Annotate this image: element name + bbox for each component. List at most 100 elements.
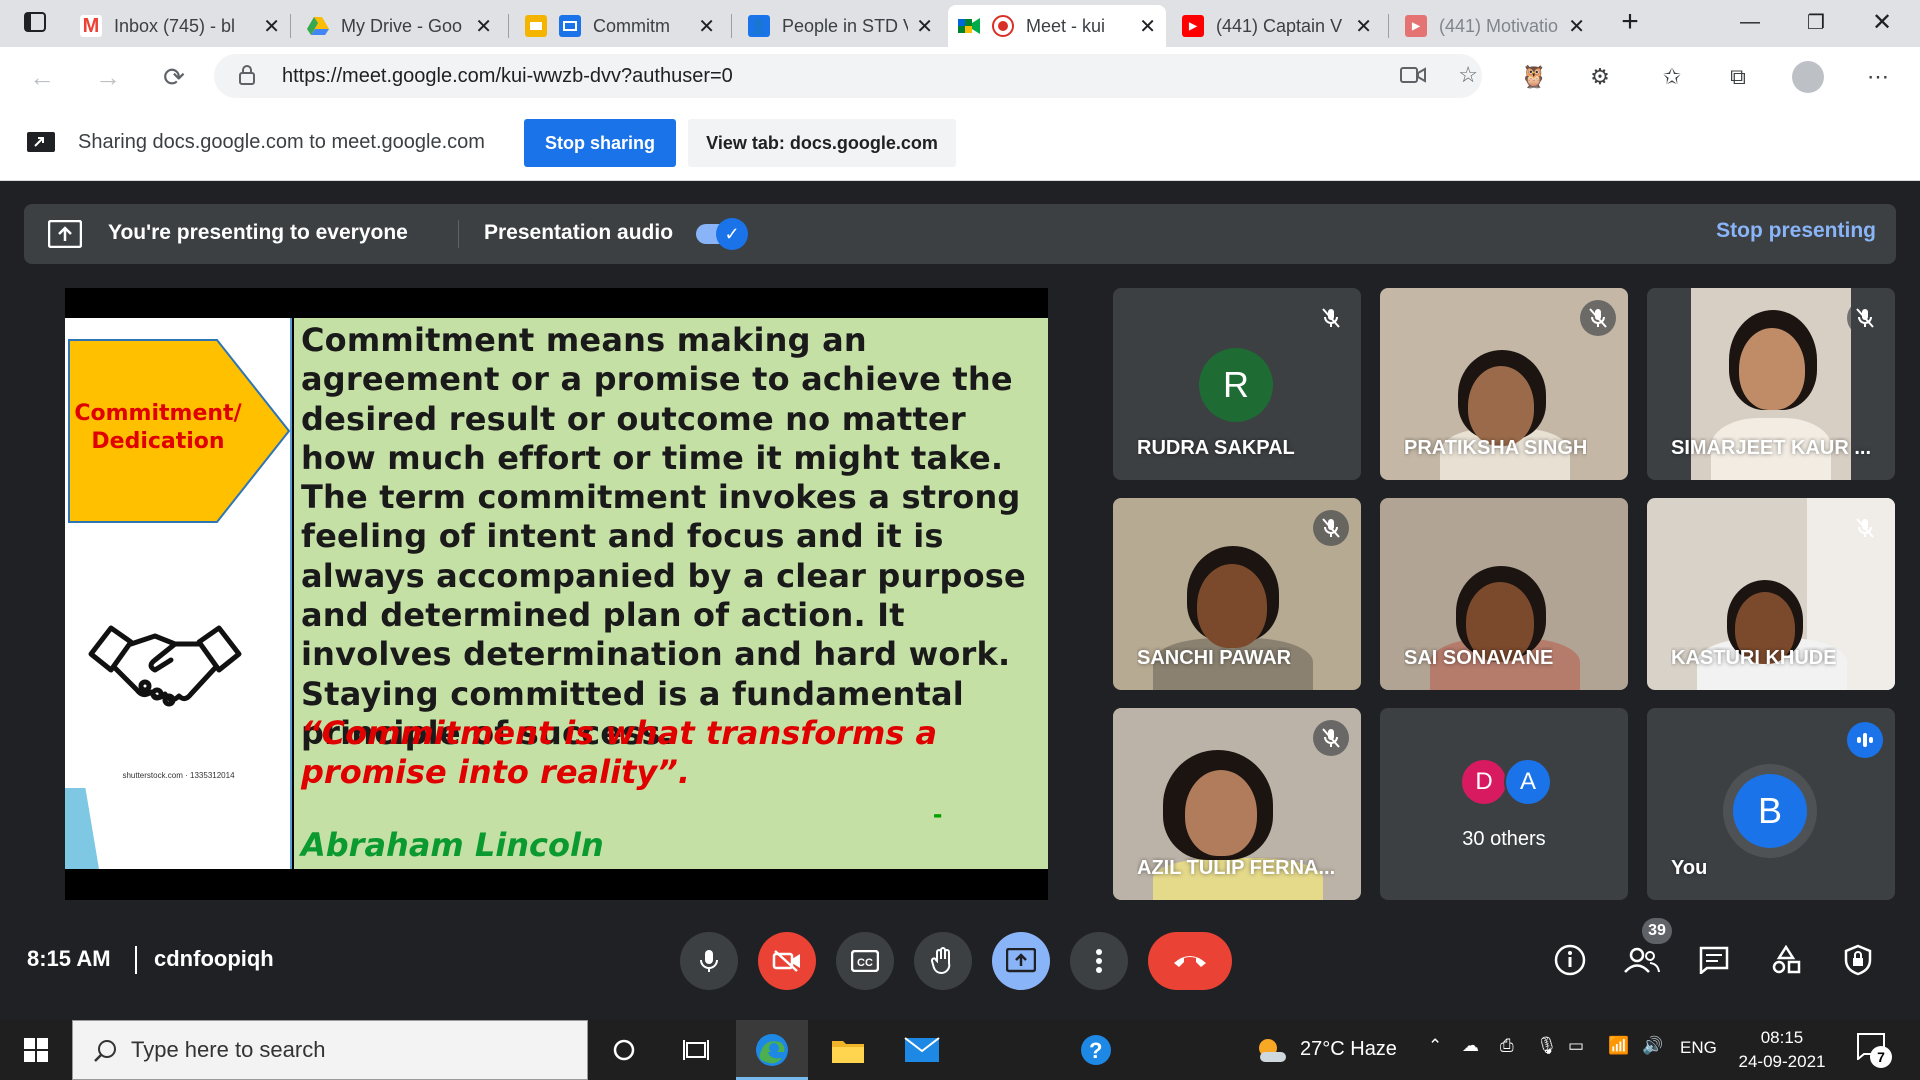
- show-hidden-icons[interactable]: ⌃: [1428, 1036, 1442, 1056]
- drive-icon: [307, 15, 329, 37]
- meeting-details-icon[interactable]: [1550, 940, 1590, 980]
- close-tab-icon[interactable]: ✕: [475, 14, 492, 39]
- close-tab-icon[interactable]: ✕: [263, 14, 280, 39]
- microphone-button[interactable]: [680, 932, 738, 990]
- quick-assist-icon[interactable]: ?: [1060, 1020, 1132, 1080]
- wifi-icon[interactable]: 📶: [1608, 1036, 1629, 1056]
- meet-now-icon[interactable]: ⎙: [1500, 1036, 1514, 1056]
- collections-icon[interactable]: ⧉: [1720, 59, 1756, 95]
- others-tile[interactable]: D A 30 others: [1380, 708, 1628, 900]
- participant-name: SIMARJEET KAUR ...: [1671, 437, 1872, 459]
- slide-quote: “Commitment is what transforms a promise…: [301, 714, 938, 791]
- language-indicator[interactable]: ENG: [1680, 1038, 1717, 1058]
- people-icon[interactable]: [1622, 940, 1662, 980]
- presenting-text: You're presenting to everyone: [108, 221, 408, 244]
- close-window-button[interactable]: ✕: [1852, 0, 1912, 44]
- tab-slides[interactable]: Commitm ✕: [515, 5, 725, 47]
- tab-classroom[interactable]: 👤 People in STD V ✕: [738, 5, 943, 47]
- weather-icon[interactable]: [1254, 1036, 1286, 1069]
- participant-tile[interactable]: SAI SONAVANE: [1380, 498, 1628, 690]
- more-options-icon[interactable]: [1070, 932, 1128, 990]
- youtube-icon: ▶: [1405, 15, 1427, 37]
- extension-owl-icon[interactable]: 🦉: [1516, 59, 1552, 95]
- tab-actions-icon[interactable]: [10, 0, 60, 44]
- camera-in-use-icon[interactable]: [1400, 65, 1426, 90]
- edge-taskbar-icon[interactable]: [736, 1020, 808, 1080]
- mail-icon[interactable]: [886, 1020, 958, 1080]
- tab-gmail[interactable]: M Inbox (745) - bl ✕: [70, 5, 290, 47]
- tab-youtube-1[interactable]: ▶ (441) Captain V ✕: [1172, 5, 1382, 47]
- participant-tile[interactable]: KASTURI KHUDE: [1647, 498, 1895, 690]
- host-controls-icon[interactable]: [1838, 940, 1878, 980]
- clock-time: 08:15: [1760, 1028, 1804, 1047]
- mic-off-icon: [1847, 510, 1883, 546]
- battery-icon[interactable]: ▭: [1568, 1036, 1584, 1056]
- favorites-icon[interactable]: ✩: [1654, 59, 1690, 95]
- reload-button[interactable]: ⟳: [154, 57, 194, 97]
- close-tab-icon[interactable]: ✕: [916, 14, 933, 39]
- participant-tile[interactable]: AZIL TULIP FERNA...: [1113, 708, 1361, 900]
- tab-separator: [731, 14, 732, 38]
- volume-icon[interactable]: 🔊: [1642, 1036, 1663, 1056]
- shared-slide: Commitment/ Dedication shutterstock.com …: [65, 288, 1048, 900]
- close-tab-icon[interactable]: ✕: [698, 14, 715, 39]
- lock-icon: [238, 64, 256, 91]
- notifications-icon[interactable]: 7: [1856, 1032, 1896, 1072]
- more-menu-icon[interactable]: ⋯: [1860, 59, 1896, 95]
- tab-youtube-2[interactable]: ▶ (441) Motivatio ✕: [1395, 5, 1595, 47]
- stop-presenting-button[interactable]: Stop presenting: [1716, 219, 1876, 243]
- banner-divider: [458, 220, 459, 248]
- captions-button[interactable]: CC: [836, 932, 894, 990]
- tab-title: (441) Motivatio: [1439, 15, 1559, 36]
- add-favorite-icon[interactable]: ☆: [1458, 62, 1478, 88]
- close-tab-icon[interactable]: ✕: [1139, 14, 1156, 39]
- task-view-icon[interactable]: [660, 1020, 732, 1080]
- activities-icon[interactable]: [1766, 940, 1806, 980]
- participant-tile[interactable]: R RUDRA SAKPAL: [1113, 288, 1361, 480]
- tab-drive[interactable]: My Drive - Goo ✕: [297, 5, 502, 47]
- close-tab-icon[interactable]: ✕: [1355, 14, 1372, 39]
- checkmark-icon[interactable]: ✓: [716, 218, 748, 250]
- meeting-code: cdnfoopiqh: [154, 946, 274, 971]
- camera-off-button[interactable]: [758, 932, 816, 990]
- tab-meet[interactable]: Meet - kui ✕: [948, 5, 1166, 47]
- svg-text:?: ?: [1089, 1038, 1102, 1063]
- minimize-button[interactable]: —: [1720, 0, 1780, 44]
- stop-sharing-button[interactable]: Stop sharing: [524, 119, 676, 167]
- taskbar-clock[interactable]: 08:15 24-09-2021: [1735, 1026, 1829, 1074]
- view-tab-button[interactable]: View tab: docs.google.com: [688, 119, 956, 167]
- microphone-tray-icon[interactable]: 🎙: [1536, 1036, 1558, 1056]
- raise-hand-button[interactable]: [914, 932, 972, 990]
- new-tab-button[interactable]: +: [1600, 0, 1660, 44]
- leave-call-button[interactable]: [1148, 932, 1232, 990]
- weather-text[interactable]: 27°C Haze: [1300, 1038, 1397, 1061]
- participant-name: AZIL TULIP FERNA...: [1137, 857, 1336, 879]
- present-now-button[interactable]: [992, 932, 1050, 990]
- participant-tile[interactable]: SIMARJEET KAUR ...: [1647, 288, 1895, 480]
- participant-tile[interactable]: PRATIKSHA SINGH: [1380, 288, 1628, 480]
- participant-name: SANCHI PAWAR: [1137, 647, 1292, 669]
- taskbar-search-box[interactable]: Type here to search: [72, 1020, 588, 1080]
- self-tile[interactable]: B You: [1647, 708, 1895, 900]
- sharing-status-text: Sharing docs.google.com to meet.google.c…: [78, 131, 485, 153]
- decorative-blue-shape: [65, 788, 99, 869]
- file-explorer-icon[interactable]: [812, 1020, 884, 1080]
- onedrive-icon[interactable]: ☁: [1462, 1036, 1479, 1056]
- profile-avatar[interactable]: [1790, 59, 1826, 95]
- slide-body-text: Commitment means making an agreement or …: [301, 321, 1026, 752]
- participant-tile[interactable]: SANCHI PAWAR: [1113, 498, 1361, 690]
- cortana-icon[interactable]: [588, 1020, 660, 1080]
- search-placeholder: Type here to search: [131, 1037, 326, 1062]
- chat-icon[interactable]: [1694, 940, 1734, 980]
- windows-start-button[interactable]: [0, 1020, 72, 1080]
- participant-name: PRATIKSHA SINGH: [1404, 437, 1588, 459]
- others-count-label: 30 others: [1462, 828, 1546, 850]
- extensions-icon[interactable]: ⚙: [1582, 59, 1618, 95]
- url-box[interactable]: https://meet.google.com/kui-wwzb-dvv?aut…: [214, 54, 1482, 98]
- close-tab-icon[interactable]: ✕: [1568, 14, 1585, 39]
- maximize-button[interactable]: ❐: [1786, 0, 1846, 44]
- tab-separator: [1388, 14, 1389, 38]
- slide-dash: -: [933, 798, 943, 829]
- back-button[interactable]: ←: [22, 57, 62, 97]
- forward-button[interactable]: →: [88, 57, 128, 97]
